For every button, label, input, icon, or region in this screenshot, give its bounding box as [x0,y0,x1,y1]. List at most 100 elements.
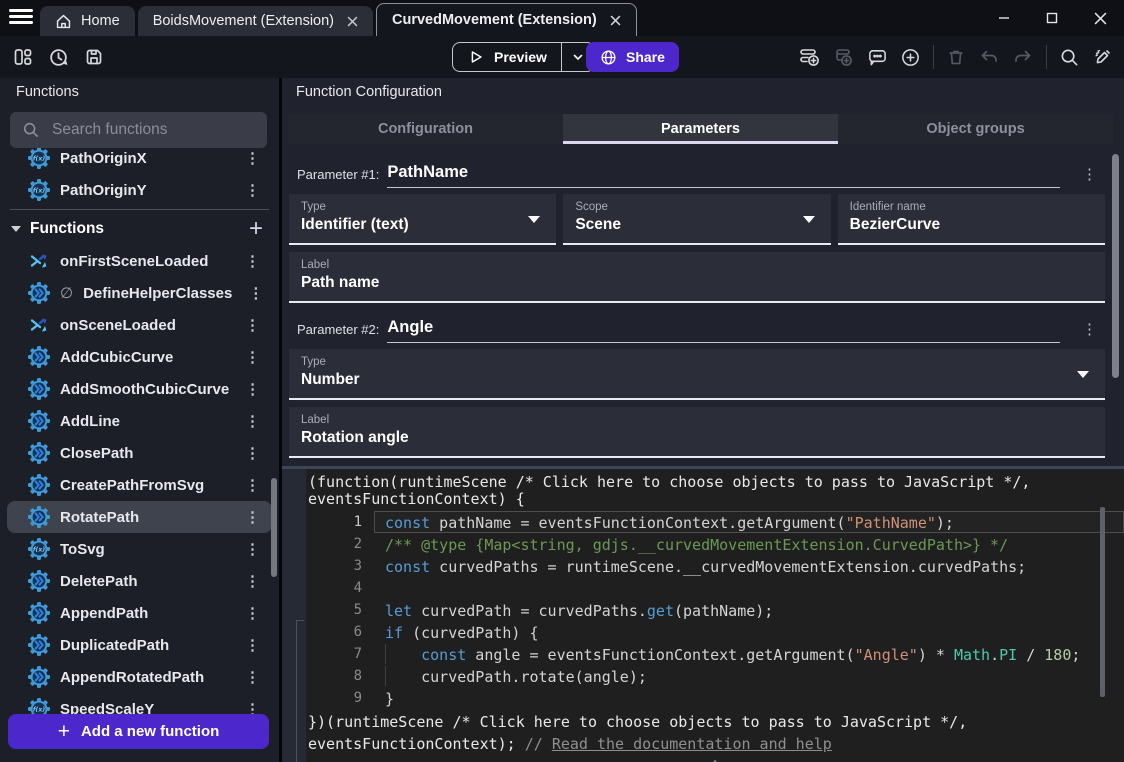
sidebar-item-onsceneloaded[interactable]: onSceneLoaded⋮ [7,309,272,341]
identifier-name-field[interactable]: Identifier name BezierCurve [838,194,1105,245]
code-line-3[interactable]: 3const curvedPaths = runtimeScene.__curv… [306,555,1124,577]
sidebar-item-rotatepath[interactable]: RotatePath⋮ [7,501,272,533]
sidebar-item-duplicatedpath[interactable]: DuplicatedPath⋮ [7,629,272,661]
add-function-icon[interactable]: + [249,217,263,241]
search-functions-input[interactable] [50,120,255,140]
parameter-name-input[interactable]: Angle [387,318,1060,343]
code-line-1[interactable]: 1const pathName = eventsFunctionContext.… [306,511,1124,533]
function-label: DefineHelperClasses [83,285,232,302]
code-line-9[interactable]: 9} [306,687,1124,709]
label-field[interactable]: Label Path name [289,252,1105,303]
item-menu-icon[interactable]: ⋮ [239,254,266,269]
trash-icon[interactable] [946,47,966,67]
code-line-7[interactable]: 7 const angle = eventsFunctionContext.ge… [306,643,1124,665]
parameters-scrollbar[interactable] [1112,154,1119,378]
item-menu-icon[interactable]: ⋮ [239,638,266,653]
code-line-5[interactable]: 5let curvedPath = curvedPaths.get(pathNa… [306,599,1124,621]
tab-configuration[interactable]: Configuration [288,114,563,144]
minimize-button[interactable] [980,0,1028,36]
code-line-8[interactable]: 8 curvedPath.rotate(angle); [306,665,1124,687]
tab-home[interactable]: Home [40,6,135,36]
preview-main[interactable]: Preview [453,43,561,71]
tab-boidsmovement[interactable]: BoidsMovement (Extension) [138,6,373,36]
item-menu-icon[interactable]: ⋮ [239,702,266,715]
code-lines[interactable]: 1const pathName = eventsFunctionContext.… [306,511,1124,709]
label-field[interactable]: Label Rotation angle [289,407,1105,458]
panels-icon[interactable] [13,47,33,67]
function-label: CreatePathFromSvg [60,477,204,494]
item-menu-icon[interactable]: ⋮ [239,574,266,589]
edit-extension-icon[interactable] [1092,46,1114,68]
maximize-button[interactable] [1028,0,1076,36]
sidebar-scrollbar[interactable] [271,478,277,577]
item-menu-icon[interactable]: ⋮ [239,382,266,397]
code-line-4[interactable]: 4 [306,577,1124,599]
line-content: /** @type {Map<string, gdjs.__curvedMove… [374,533,1124,555]
editor-scrollbar[interactable] [1100,507,1105,697]
save-icon[interactable] [84,47,104,67]
item-menu-icon[interactable]: ⋮ [239,414,266,429]
history-icon[interactable] [48,47,69,68]
line-number: 4 [306,577,362,599]
add-subevent-icon[interactable] [833,46,855,68]
type-select[interactable]: Type Number [289,349,1105,400]
sidebar-item-speedscaley[interactable]: f(x)SpeedScaleY⋮ [7,693,272,714]
preview-button[interactable]: Preview [452,42,595,72]
parameter-menu-icon[interactable]: ⋮ [1076,322,1103,337]
menu-icon[interactable] [9,9,33,27]
item-menu-icon[interactable]: ⋮ [239,183,266,198]
search-functions-box[interactable] [10,112,267,148]
close-button[interactable] [1076,0,1124,36]
parameter-menu-icon[interactable]: ⋮ [1076,167,1103,182]
add-event-icon[interactable] [799,46,821,68]
sidebar-item-pathoriginx[interactable]: f(x)PathOriginX⋮ [7,148,272,174]
item-menu-icon[interactable]: ⋮ [239,670,266,685]
add-circle-icon[interactable] [900,47,921,68]
parameter-name-input[interactable]: PathName [387,163,1060,188]
code-editor[interactable]: (function(runtimeScene /* Click here to … [306,469,1124,762]
close-icon[interactable] [347,16,358,27]
sidebar-item-appendpath[interactable]: AppendPath⋮ [7,597,272,629]
type-select[interactable]: Type Identifier (text) [289,194,556,245]
js-wrapper-bottom-line-1[interactable]: })(runtimeScene /* Click here to choose … [306,714,1124,731]
tab-curvedmovement[interactable]: CurvedMovement (Extension) [376,3,637,36]
js-wrapper-top-line-2[interactable]: eventsFunctionContext) { [306,491,1124,508]
sidebar-item-addcubiccurve[interactable]: AddCubicCurve⋮ [7,341,272,373]
sidebar-item-pathoriginy[interactable]: f(x)PathOriginY⋮ [7,174,272,206]
item-menu-icon[interactable]: ⋮ [242,286,269,301]
js-wrapper-top-line-1[interactable]: (function(runtimeScene /* Click here to … [306,474,1124,491]
item-menu-icon[interactable]: ⋮ [239,606,266,621]
sidebar-item-tosvg[interactable]: f(x)ToSvg⋮ [7,533,272,565]
sidebar-item-addline[interactable]: AddLine⋮ [7,405,272,437]
sidebar-item-definehelperclasses[interactable]: ∅DefineHelperClasses⋮ [7,277,272,309]
item-menu-icon[interactable]: ⋮ [239,318,266,333]
item-menu-icon[interactable]: ⋮ [239,510,266,525]
share-button[interactable]: Share [586,42,679,72]
item-menu-icon[interactable]: ⋮ [239,350,266,365]
redo-icon[interactable] [1012,46,1034,68]
chevron-down-icon [803,216,815,223]
code-line-2[interactable]: 2/** @type {Map<string, gdjs.__curvedMov… [306,533,1124,555]
item-menu-icon[interactable]: ⋮ [239,151,266,166]
item-menu-icon[interactable]: ⋮ [239,542,266,557]
sidebar-item-deletepath[interactable]: DeletePath⋮ [7,565,272,597]
lifecycle-function-icon [28,250,50,272]
close-icon[interactable] [610,15,621,26]
sidebar-item-addsmoothcubiccurve[interactable]: AddSmoothCubicCurve⋮ [7,373,272,405]
comment-icon[interactable] [867,47,888,68]
sidebar-item-onfirstsceneloaded[interactable]: onFirstSceneLoaded⋮ [7,245,272,277]
documentation-link[interactable]: Read the documentation and help [552,735,832,753]
sidebar-item-closepath[interactable]: ClosePath⋮ [7,437,272,469]
sidebar-item-createpathfromsvg[interactable]: CreatePathFromSvg ⋮ [7,469,272,501]
sidebar-item-appendrotatedpath[interactable]: AppendRotatedPath⋮ [7,661,272,693]
tab-parameters[interactable]: Parameters [563,114,838,144]
item-menu-icon[interactable]: ⋮ [239,478,266,493]
scope-select[interactable]: Scope Scene [563,194,830,245]
section-header-functions[interactable]: Functions+ [0,213,279,245]
search-icon[interactable] [1059,47,1080,68]
item-menu-icon[interactable]: ⋮ [239,446,266,461]
undo-icon[interactable] [978,46,1000,68]
add-function-button[interactable]: + Add a new function [8,714,269,749]
tab-object-groups[interactable]: Object groups [838,114,1113,144]
code-line-6[interactable]: 6if (curvedPath) { [306,621,1124,643]
